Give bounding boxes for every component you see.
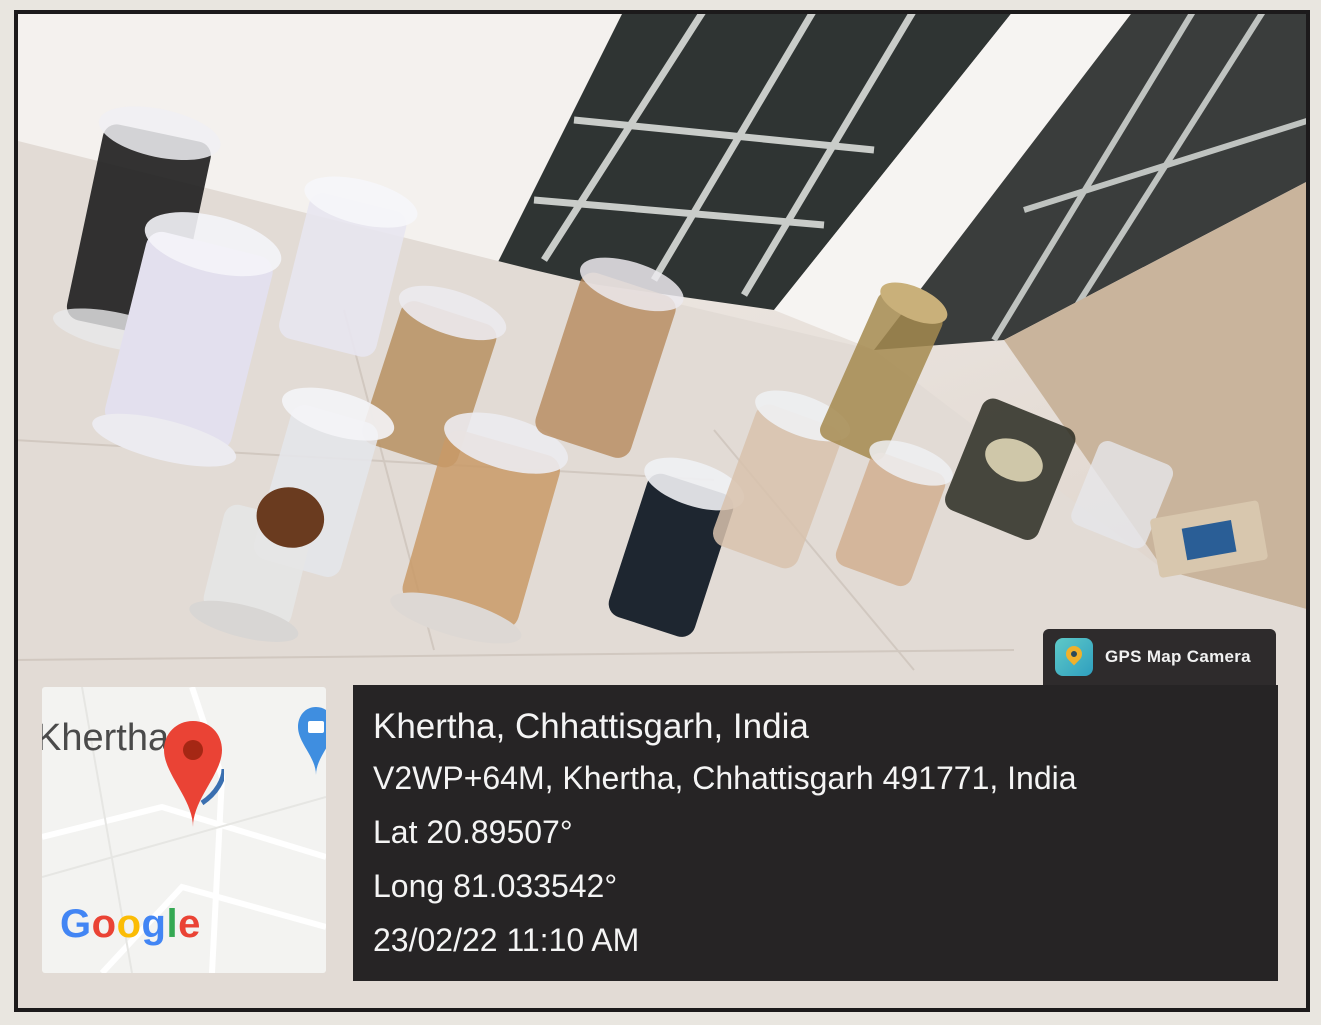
address-line: V2WP+64M, Khertha, Chhattisgarh 491771, … <box>373 760 1077 796</box>
location-info-panel: Khertha, Chhattisgarh, India V2WP+64M, K… <box>353 685 1278 981</box>
map-place-label: Khertha <box>42 717 170 759</box>
gps-map-camera-icon <box>1055 638 1093 676</box>
google-logo: Google <box>60 902 201 946</box>
poi-marker-icon <box>298 707 326 775</box>
badge-label: GPS Map Camera <box>1105 647 1251 666</box>
latitude-line: Lat 20.89507° <box>373 814 573 850</box>
gps-map-camera-badge: GPS Map Camera <box>1043 629 1276 685</box>
location-title: Khertha, Chhattisgarh, India <box>373 707 809 746</box>
map-pin-icon <box>164 721 224 827</box>
longitude-line: Long 81.033542° <box>373 868 618 904</box>
map-thumbnail: Khertha Google <box>42 687 326 973</box>
datetime-line: 23/02/22 11:10 AM <box>373 922 640 958</box>
